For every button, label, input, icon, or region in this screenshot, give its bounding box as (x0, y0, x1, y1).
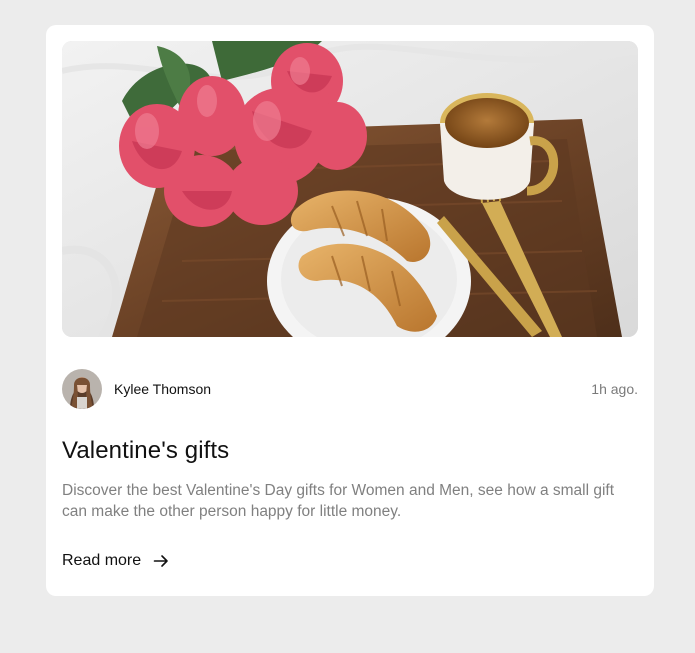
blog-post-card: Kylee Thomson 1h ago. Valentine's gifts … (46, 25, 654, 596)
post-excerpt: Discover the best Valentine's Day gifts … (62, 482, 615, 520)
arrow-right-icon (153, 553, 169, 569)
read-more-link[interactable]: Read more (62, 552, 169, 570)
author-name[interactable]: Kylee Thomson (114, 381, 211, 397)
author-avatar[interactable] (62, 369, 102, 409)
read-more-label: Read more (62, 552, 142, 569)
post-timestamp: 1h ago. (591, 381, 638, 397)
post-cover-image (62, 41, 638, 337)
post-title[interactable]: Valentine's gifts (62, 437, 229, 465)
author-row: Kylee Thomson 1h ago. (62, 369, 638, 409)
